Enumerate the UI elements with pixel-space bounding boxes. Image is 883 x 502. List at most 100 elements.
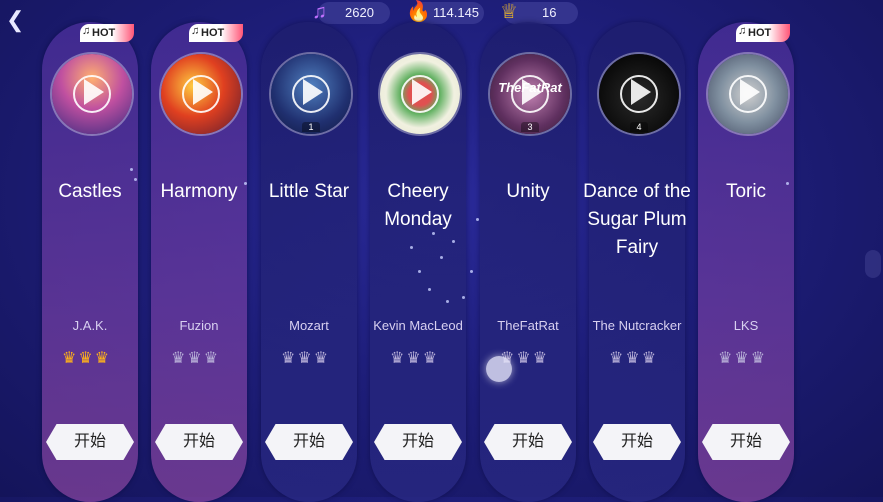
song-artist: J.A.K. — [72, 318, 108, 333]
notes-value: 2620 — [345, 5, 374, 20]
crown-rating: ♛♛♛ — [609, 350, 669, 368]
sparkle — [410, 246, 413, 249]
song-card[interactable]: 4 Dance of the Sugar Plum Fairy The Nutcra… — [583, 22, 691, 502]
crown-icon: ♛ — [187, 350, 202, 367]
song-title: Toric — [725, 181, 767, 202]
start-button[interactable]: 开始 — [46, 424, 134, 460]
album-cover[interactable] — [706, 52, 790, 136]
crown-rating: ♛♛♛ — [62, 350, 122, 368]
album-cover[interactable] — [159, 52, 243, 136]
song-title: Dance of the Sugar Plum Fairy — [583, 181, 691, 258]
album-cover[interactable]: TheFatRat 3 — [488, 52, 572, 136]
crown-icon: ♛ — [625, 350, 640, 367]
song-title: Cheery Monday — [384, 181, 452, 230]
sparkle — [130, 168, 133, 171]
crown-icon: ♛ — [171, 350, 186, 367]
fire-value: 114.145 — [433, 5, 480, 20]
music-note-icon: ♫ — [738, 25, 747, 37]
crown-icon: ♛ — [203, 350, 219, 367]
scroll-right-handle[interactable] — [865, 250, 881, 278]
hot-label: HOT — [92, 27, 116, 39]
start-button[interactable]: 开始 — [374, 424, 462, 460]
song-card[interactable]: TheFatRat3UnityTheFatRat♛♛♛开始 — [480, 22, 576, 502]
song-title: Unity — [506, 181, 550, 202]
hot-badge: ♫ HOT — [80, 24, 134, 42]
song-artist: TheFatRat — [497, 318, 559, 333]
play-triangle-icon — [412, 79, 432, 105]
sparkle — [452, 240, 455, 243]
crown-icon: ♛ — [406, 350, 421, 367]
play-triangle-icon — [303, 79, 323, 105]
album-cover[interactable] — [50, 52, 134, 136]
album-cover[interactable] — [378, 52, 462, 136]
crown-icon: ♛ — [62, 350, 77, 367]
play-triangle-icon — [740, 79, 760, 105]
song-artist: LKS — [733, 318, 759, 333]
fire-counter: 🔥 114.145 — [406, 1, 484, 24]
crown-icon: ♛ — [281, 350, 296, 367]
song-card[interactable]: ♫ HOT Castles J.A.K. ♛ ♛ ♛ 开始 — [42, 22, 138, 502]
start-button[interactable]: 开始 — [593, 424, 681, 460]
sparkle — [418, 270, 421, 273]
start-button[interactable]: 开始 — [702, 424, 790, 460]
crown-rating: ♛♛♛ — [281, 350, 341, 368]
sparkle — [134, 178, 137, 181]
song-title: Castles — [58, 181, 122, 202]
album-cover[interactable]: 4 — [597, 52, 681, 136]
crown-icon: ♛ — [422, 350, 438, 367]
crown-icon: ♛ — [313, 350, 329, 367]
crown-icon: ♛ — [516, 350, 531, 367]
play-triangle-icon — [522, 79, 542, 105]
song-card[interactable]: Cheery Monday Kevin MacLeod ♛ ♛ ♛ 开始 — [370, 22, 466, 502]
hot-label: HOT — [201, 27, 225, 39]
crown-icon: ♛ — [641, 350, 657, 367]
song-number: 4 — [630, 122, 648, 132]
crown-icon: ♛ — [390, 350, 405, 367]
back-arrow-icon[interactable]: ❮ — [6, 9, 24, 32]
crown-icon: ♛ — [94, 350, 110, 367]
play-triangle-icon — [193, 79, 213, 105]
crown-icon: ♛ — [532, 350, 548, 367]
crown-rating: ♛♛♛ — [718, 350, 778, 368]
start-button[interactable]: 开始 — [155, 424, 243, 460]
song-card[interactable]: 1 Little Star Mozart ♛ ♛ ♛ 开始 — [261, 22, 357, 502]
crown-value: 16 — [542, 5, 557, 20]
start-button[interactable]: 开始 — [265, 424, 353, 460]
song-title: Harmony — [160, 181, 238, 202]
song-artist: Fuzion — [179, 318, 219, 333]
sparkle — [428, 288, 431, 291]
crown-rating: ♛♛♛ — [390, 350, 450, 368]
hot-badge: ♫ HOT — [189, 24, 243, 42]
crown-icon: ♕ — [500, 1, 518, 23]
flame-icon: 🔥 — [406, 1, 431, 23]
music-note-icon: ♫ — [191, 25, 200, 37]
song-title: Little Star — [268, 181, 350, 202]
sparkle — [470, 270, 473, 273]
song-card[interactable]: ♫ HOT Harmony Fuzion ♛ ♛ ♛ 开始 — [151, 22, 247, 502]
song-card[interactable]: ♫ HOT Toric LKS ♛ ♛ ♛ 开始 — [698, 22, 794, 502]
crown-icon: ♛ — [78, 350, 93, 367]
sparkle — [440, 256, 443, 259]
sparkle — [462, 296, 465, 299]
notes-counter: ♫ 2620 — [312, 1, 390, 24]
album-cover[interactable]: 1 — [269, 52, 353, 136]
music-note-icon: ♫ — [82, 25, 91, 37]
play-triangle-icon — [84, 79, 104, 105]
play-triangle-icon — [631, 79, 651, 105]
sparkle — [432, 232, 435, 235]
crown-counter: ♕ 16 — [500, 1, 578, 24]
crown-icon: ♛ — [609, 350, 624, 367]
song-number: 3 — [521, 122, 539, 132]
sparkle — [476, 218, 479, 221]
song-number: 1 — [302, 122, 320, 132]
crown-icon: ♛ — [750, 350, 766, 367]
crown-icon: ♛ — [297, 350, 312, 367]
sparkle — [786, 182, 789, 185]
song-artist: Mozart — [289, 318, 329, 333]
crown-rating: ♛♛♛ — [171, 350, 231, 368]
music-note-icon: ♫ — [312, 1, 327, 23]
sparkle — [244, 182, 247, 185]
touch-indicator — [486, 356, 512, 382]
hot-label: HOT — [748, 27, 772, 39]
start-button[interactable]: 开始 — [484, 424, 572, 460]
